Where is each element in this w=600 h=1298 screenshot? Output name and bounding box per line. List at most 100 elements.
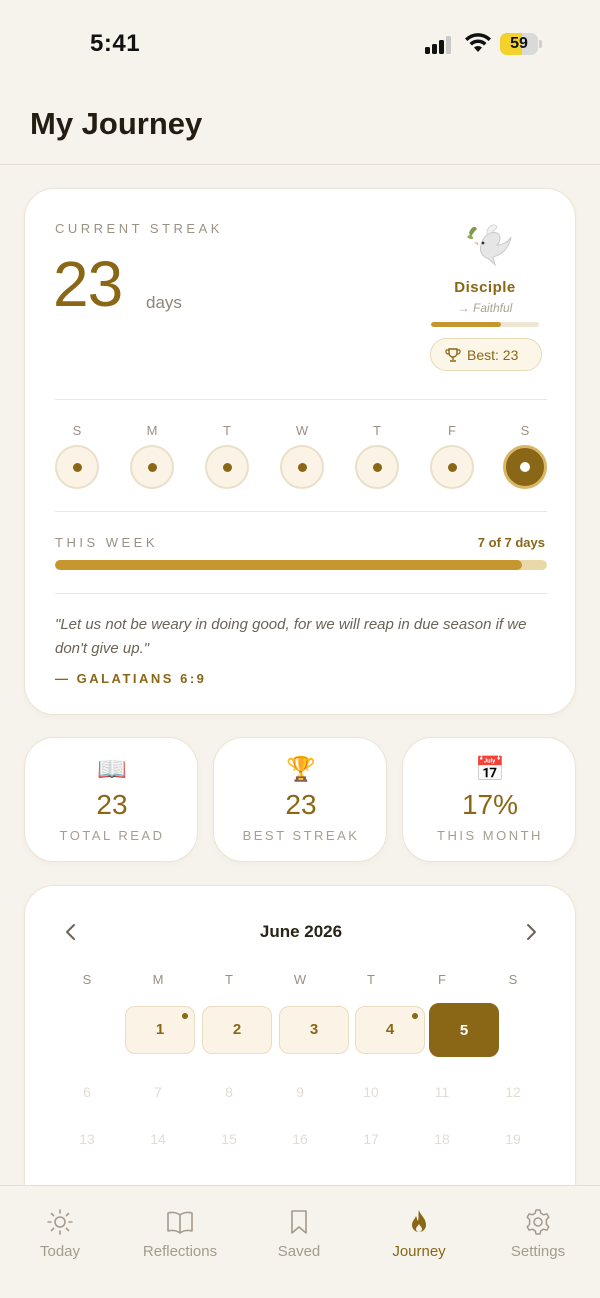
this-week-label: THIS WEEK [55, 535, 159, 550]
calendar-day-future: 16 [292, 1131, 308, 1147]
weekday-letter: T [223, 423, 231, 438]
divider [55, 399, 547, 400]
calendar-weekday: S [508, 972, 518, 987]
tab-label: Saved [277, 1243, 321, 1260]
calendar-weekday: M [152, 972, 164, 987]
weekday-letter: S [72, 423, 82, 438]
divider [55, 511, 547, 512]
weekday-3: W [280, 423, 324, 489]
calendar-day-future: 11 [434, 1084, 450, 1100]
calendar-day-future: 19 [505, 1131, 521, 1147]
stat-label: TOTAL READ [59, 828, 165, 843]
tab-saved[interactable]: Saved [244, 1204, 354, 1264]
scripture-reference: — GALATIANS 6:9 [55, 671, 207, 686]
cellular-signal-icon [425, 34, 455, 54]
stat-value: 23 [96, 789, 128, 820]
dove-icon [467, 224, 512, 267]
weekday-letter: W [295, 423, 309, 438]
calendar-day[interactable]: 1 [125, 1006, 195, 1054]
tab-label: Settings [510, 1243, 566, 1260]
day-completed-circle [355, 445, 399, 489]
stat-value: 23 [285, 789, 317, 820]
weekday-5: F [430, 423, 474, 489]
streak-unit: days [146, 293, 182, 312]
scripture-quote: "Let us not be weary in doing good, for … [55, 616, 527, 657]
weekday-letter: T [373, 423, 381, 438]
weekday-6: S [503, 423, 547, 489]
weekday-0: S [55, 423, 99, 489]
calendar-day[interactable]: 4 [355, 1006, 425, 1054]
trophy-icon [445, 348, 461, 362]
calendar-weekday: F [438, 972, 446, 987]
calendar-weekday: S [82, 972, 92, 987]
tab-journey[interactable]: Journey [364, 1204, 474, 1264]
stat-card-total-read: 📖 23 TOTAL READ [24, 737, 198, 862]
calendar-weekday: W [293, 972, 307, 987]
week-count: 7 of 7 days [477, 535, 545, 550]
tab-settings[interactable]: Settings [483, 1204, 593, 1264]
sun-icon [47, 1209, 73, 1235]
calendar-day[interactable]: 3 [279, 1006, 349, 1054]
completed-dot [148, 463, 157, 472]
rank-progress-bar [431, 322, 539, 327]
tab-today[interactable]: Today [5, 1204, 115, 1264]
week-progress-fill [55, 560, 523, 570]
calendar-day-future: 6 [83, 1084, 91, 1100]
tab-label: Journey [392, 1243, 446, 1260]
book-icon [167, 1211, 193, 1234]
day-completed-circle [205, 445, 249, 489]
stat-label: BEST STREAK [242, 828, 360, 843]
tab-bar: Today Reflections Saved Journey Settings [0, 1185, 600, 1298]
page-title: My Journey [30, 106, 203, 141]
header-divider [0, 164, 600, 165]
week-progress-bar [55, 560, 547, 570]
status-time: 5:41 [90, 30, 141, 57]
tab-label: Reflections [142, 1243, 218, 1260]
best-streak-text: Best: 23 [467, 347, 519, 363]
calendar-day-number: 4 [385, 1021, 395, 1038]
calendar-day-future: 18 [434, 1131, 450, 1147]
day-completed-circle [130, 445, 174, 489]
stat-label: THIS MONTH [437, 828, 543, 843]
battery-level: 59 [510, 35, 528, 52]
calendar-day-future: 12 [505, 1084, 521, 1100]
calendar-weekday: T [367, 972, 375, 987]
current-streak-label: CURRENT STREAK [55, 221, 223, 236]
completed-dot [373, 463, 382, 472]
best-streak-badge: Best: 23 [430, 338, 542, 371]
calendar-day-today[interactable]: 5 [429, 1003, 499, 1057]
stat-card-best-streak: 🏆 23 BEST STREAK [213, 737, 387, 862]
status-bar: 5:41 59 [0, 0, 600, 90]
calendar-icon: 📅 [475, 756, 505, 783]
weekday-2: T [205, 423, 249, 489]
streak-count: 23 [53, 248, 123, 320]
calendar-day-number: 2 [232, 1021, 242, 1038]
calendar-day-future: 15 [221, 1131, 237, 1147]
calendar-weekday: T [225, 972, 233, 987]
completed-dot [298, 463, 307, 472]
calendar-day-number: 1 [155, 1021, 165, 1038]
next-month-button[interactable] [521, 920, 541, 944]
bookmark-icon [291, 1210, 307, 1234]
calendar-day[interactable]: 2 [202, 1006, 272, 1054]
calendar-day-future: 14 [150, 1131, 166, 1147]
calendar-day-future: 13 [79, 1131, 95, 1147]
calendar-day-number: 5 [459, 1022, 469, 1039]
tab-reflections[interactable]: Reflections [125, 1204, 235, 1264]
wifi-icon [465, 33, 491, 52]
reflection-marker-dot [182, 1013, 188, 1019]
weekday-4: T [355, 423, 399, 489]
calendar-day-future: 7 [154, 1084, 162, 1100]
calendar-day-future: 17 [363, 1131, 379, 1147]
stat-value: 17% [461, 789, 519, 820]
calendar-day-future: 10 [363, 1084, 379, 1100]
trophy-icon: 🏆 [286, 756, 316, 783]
completed-dot [73, 463, 82, 472]
completed-dot [520, 462, 530, 472]
calendar-day-number: 3 [309, 1021, 319, 1038]
day-completed-circle [430, 445, 474, 489]
weekday-letter: M [146, 423, 158, 438]
next-rank: → Faithful [457, 301, 513, 315]
weekday-letter: F [448, 423, 456, 438]
weekday-letter: S [520, 423, 530, 438]
